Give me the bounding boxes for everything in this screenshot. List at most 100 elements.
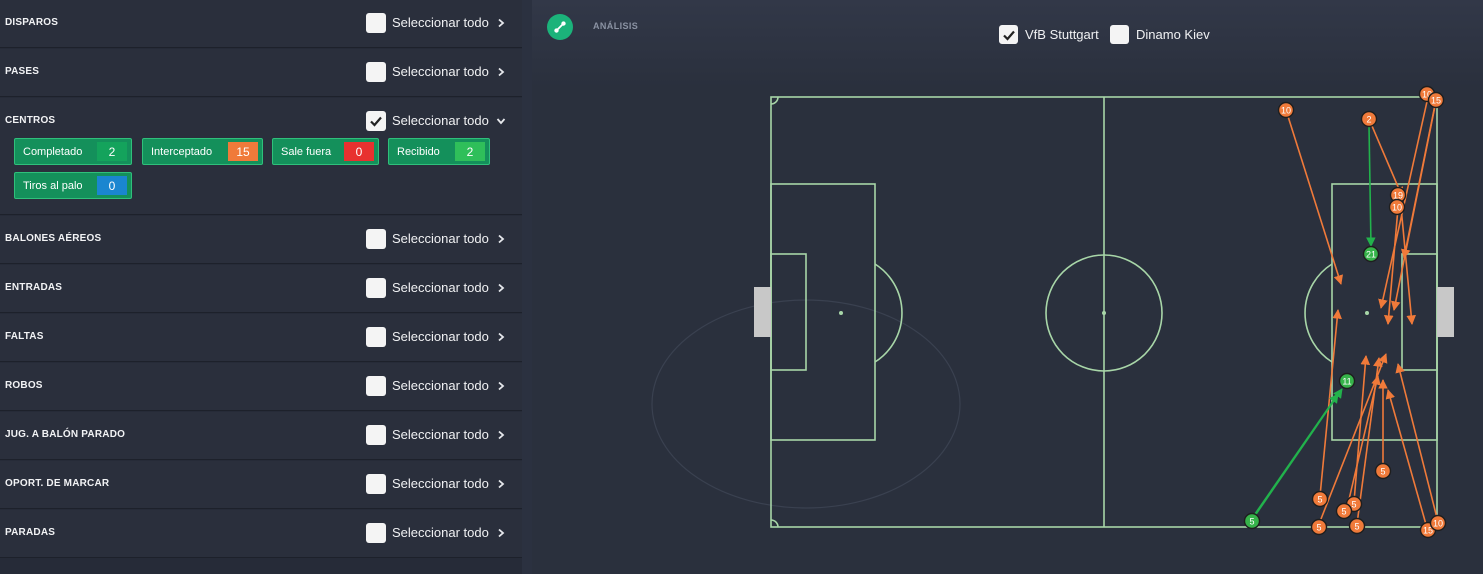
right-goal [1437, 287, 1454, 337]
chevron-right-icon[interactable] [494, 49, 508, 94]
checkbox-unchecked-icon[interactable] [366, 326, 386, 347]
select-all-label: Seleccionar todo [392, 231, 489, 246]
section-title: OPORT. DE MARCAR [5, 478, 110, 489]
section-title: JUG. A BALÓN PARADO [5, 429, 126, 440]
player-marker[interactable]: 15 [1427, 91, 1445, 109]
chip-count: 15 [228, 142, 258, 161]
chevron-right-icon[interactable] [494, 363, 508, 408]
player-number: 5 [1249, 517, 1254, 527]
cross-filter-chip[interactable]: Interceptado 15 [142, 138, 263, 165]
player-marker[interactable]: 11 [1338, 372, 1356, 390]
select-all-toggle[interactable]: Seleccionar todo [366, 216, 489, 261]
player-marker[interactable]: 10 [1277, 101, 1295, 119]
chip-label: Tiros al palo [23, 179, 83, 192]
select-all-label: Seleccionar todo [392, 280, 489, 295]
select-all-label: Seleccionar todo [392, 378, 489, 393]
chevron-down-icon[interactable] [494, 98, 508, 143]
chip-count: 0 [97, 176, 127, 195]
player-marker[interactable]: 2 [1360, 110, 1378, 128]
select-all-toggle[interactable]: Seleccionar todo [366, 265, 489, 310]
left-goal-box [770, 253, 807, 371]
checkbox-unchecked-icon[interactable] [366, 12, 386, 33]
left-goal [754, 287, 771, 337]
checkbox-unchecked-icon[interactable] [366, 61, 386, 82]
filter-section-5[interactable]: FALTAS Seleccionar todo [0, 314, 522, 362]
pitch-analysis-area: ANÁLISIS VfB Stuttgart Dinamo Kiev 10 2 … [532, 0, 1483, 574]
filter-section-8[interactable]: OPORT. DE MARCAR Seleccionar todo [0, 461, 522, 509]
checkbox-unchecked-icon[interactable] [366, 522, 386, 543]
cross-filter-chip[interactable]: Recibido 2 [388, 138, 490, 165]
player-marker[interactable]: 21 [1362, 245, 1380, 263]
player-number: 5 [1316, 523, 1321, 533]
chevron-right-icon[interactable] [494, 265, 508, 310]
select-all-toggle[interactable]: Seleccionar todo [366, 461, 489, 506]
select-all-label: Seleccionar todo [392, 525, 489, 540]
cross-filter-chip[interactable]: Sale fuera 0 [272, 138, 379, 165]
chip-count: 0 [344, 142, 374, 161]
filter-section-9[interactable]: PARADAS Seleccionar todo [0, 510, 522, 558]
cross-filter-chip[interactable]: Completado 2 [14, 138, 132, 165]
right-penalty-box [1331, 183, 1438, 441]
event-filter-panel: DISPAROS Seleccionar todo PASES Seleccionar… [0, 0, 522, 574]
player-number: 11 [1342, 377, 1351, 387]
player-number: 15 [1431, 96, 1441, 106]
pitch: 10210151910211155 555 551510 [651, 85, 1454, 539]
player-number: 5 [1341, 507, 1346, 517]
checkbox-unchecked-icon[interactable] [366, 424, 386, 445]
section-title: ROBOS [5, 380, 43, 391]
chevron-right-icon[interactable] [494, 0, 508, 45]
chevron-right-icon[interactable] [494, 510, 508, 555]
filter-section-0[interactable]: DISPAROS Seleccionar todo [0, 0, 522, 48]
checkbox-unchecked-icon[interactable] [366, 228, 386, 249]
filter-section-2[interactable]: CENTROS Seleccionar todo Completado 2 Interc… [0, 98, 522, 215]
select-all-toggle[interactable]: Seleccionar todo [366, 49, 489, 94]
select-all-toggle[interactable]: Seleccionar todo [366, 98, 489, 143]
filter-section-4[interactable]: ENTRADAS Seleccionar todo [0, 265, 522, 313]
filter-section-1[interactable]: PASES Seleccionar todo [0, 49, 522, 97]
checkbox-checked-icon[interactable] [366, 110, 386, 131]
section-title: FALTAS [5, 331, 44, 342]
player-marker[interactable]: 5 [1335, 502, 1353, 520]
player-number: 5 [1317, 495, 1322, 505]
player-number: 10 [1392, 203, 1402, 213]
player-marker[interactable]: 5 [1348, 517, 1366, 535]
chevron-right-icon[interactable] [494, 412, 508, 457]
select-all-toggle[interactable]: Seleccionar todo [366, 314, 489, 359]
player-number: 21 [1366, 250, 1376, 260]
chip-count: 2 [455, 142, 485, 161]
select-all-label: Seleccionar todo [392, 15, 489, 30]
intercepted-cross-lines [1285, 96, 1439, 529]
completed-cross-lines [1251, 125, 1376, 521]
checkbox-unchecked-icon[interactable] [366, 277, 386, 298]
checkbox-unchecked-icon[interactable] [366, 473, 386, 494]
section-title: DISPAROS [5, 17, 59, 28]
player-number: 10 [1281, 106, 1291, 116]
player-number: 5 [1354, 522, 1359, 532]
filter-section-7[interactable]: JUG. A BALÓN PARADO Seleccionar todo [0, 412, 522, 460]
player-marker[interactable]: 5 [1374, 462, 1392, 480]
player-marker[interactable]: 5 [1310, 518, 1328, 536]
select-all-label: Seleccionar todo [392, 476, 489, 491]
player-marker[interactable]: 5 [1243, 512, 1261, 530]
player-number: 10 [1433, 519, 1443, 529]
section-title: ENTRADAS [5, 282, 63, 293]
filter-section-3[interactable]: BALONES AÉREOS Seleccionar todo [0, 216, 522, 264]
player-number: 5 [1351, 500, 1356, 510]
chip-label: Completado [23, 145, 83, 158]
section-title: PASES [5, 66, 40, 77]
checkbox-unchecked-icon[interactable] [366, 375, 386, 396]
select-all-toggle[interactable]: Seleccionar todo [366, 363, 489, 408]
player-marker[interactable]: 5 [1311, 490, 1329, 508]
chevron-right-icon[interactable] [494, 216, 508, 261]
select-all-toggle[interactable]: Seleccionar todo [366, 510, 489, 555]
select-all-label: Seleccionar todo [392, 329, 489, 344]
player-marker[interactable]: 10 [1388, 198, 1406, 216]
select-all-toggle[interactable]: Seleccionar todo [366, 412, 489, 457]
cross-filter-chip[interactable]: Tiros al palo 0 [14, 172, 132, 199]
select-all-toggle[interactable]: Seleccionar todo [366, 0, 489, 45]
chevron-right-icon[interactable] [494, 314, 508, 359]
chip-label: Sale fuera [281, 145, 332, 158]
filter-section-6[interactable]: ROBOS Seleccionar todo [0, 363, 522, 411]
player-marker[interactable]: 10 [1429, 514, 1447, 532]
chevron-right-icon[interactable] [494, 461, 508, 506]
